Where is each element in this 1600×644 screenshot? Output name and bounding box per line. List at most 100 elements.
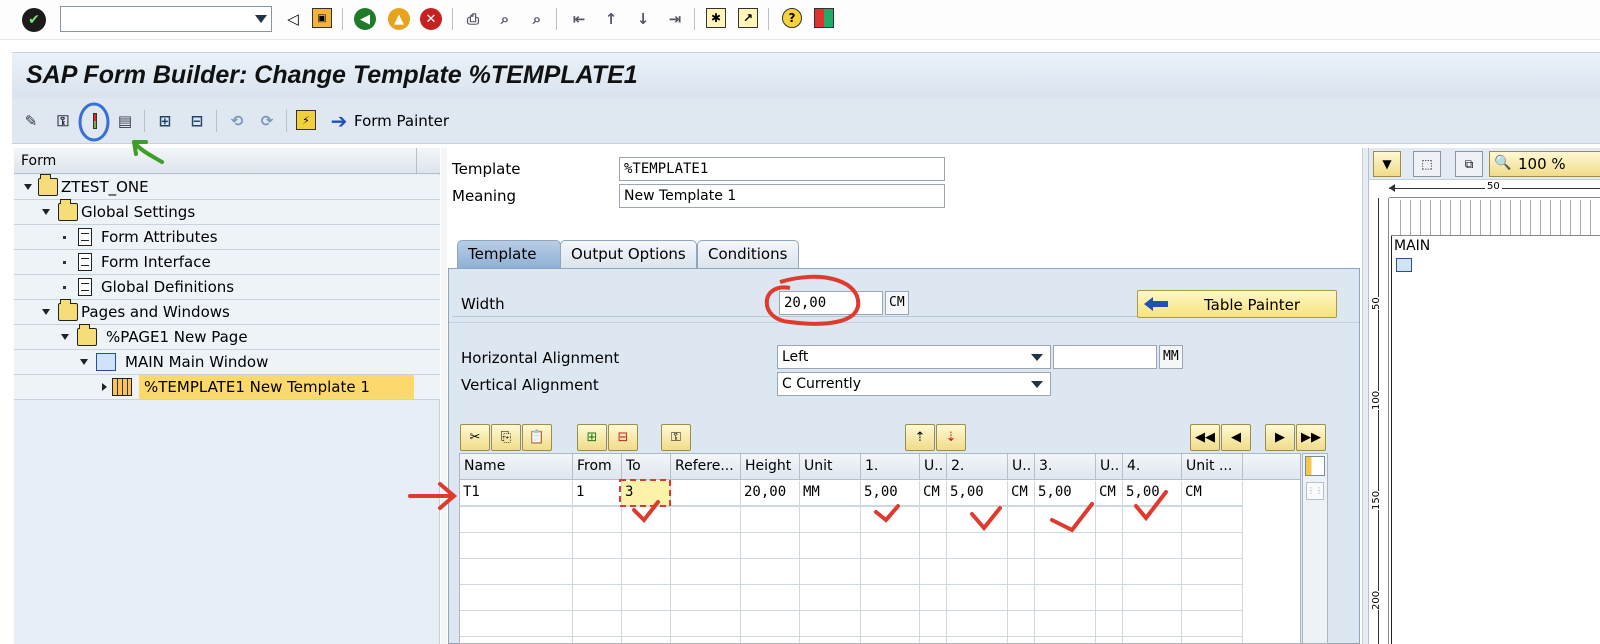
table-cell-unit[interactable]: MM: [800, 481, 861, 506]
last-row-icon[interactable]: ▶▶: [1296, 424, 1326, 451]
next-row-icon[interactable]: ▶: [1265, 424, 1295, 451]
expand-toggle-icon[interactable]: [61, 334, 69, 340]
cancel-icon[interactable]: ✕: [420, 8, 442, 30]
column-header[interactable]: Height: [741, 454, 800, 480]
enter-icon[interactable]: ✔: [22, 8, 46, 32]
previous-page-icon[interactable]: ↑: [600, 8, 622, 30]
column-header[interactable]: Unit: [800, 454, 861, 480]
template-name-field[interactable]: %TEMPLATE1: [619, 157, 945, 181]
column-divider[interactable]: [416, 148, 417, 174]
form-painter-icon[interactable]: ▤: [114, 110, 136, 132]
splitter[interactable]: [441, 148, 447, 644]
display-change-icon[interactable]: ✎: [20, 110, 42, 132]
table-cell-name[interactable]: T1: [460, 481, 573, 506]
undo-icon[interactable]: ⟲: [226, 110, 248, 132]
width-field[interactable]: 20,00: [779, 291, 883, 315]
tree-node-pages-and-windows[interactable]: Pages and Windows: [14, 299, 440, 325]
check-icon[interactable]: ⚿: [52, 110, 74, 132]
insert-row-icon[interactable]: ⊞: [577, 424, 607, 451]
column-header[interactable]: 3.: [1035, 454, 1096, 480]
table-cell-to[interactable]: 3: [622, 481, 671, 506]
table-cell-reference[interactable]: [671, 481, 741, 506]
last-page-icon[interactable]: ⇥: [664, 8, 686, 30]
collapse-subtree-icon[interactable]: ⊟: [186, 110, 208, 132]
back-icon[interactable]: ◀: [354, 8, 376, 30]
find-icon[interactable]: ⌕: [494, 8, 516, 30]
horizontal-offset-field[interactable]: [1053, 345, 1157, 369]
main-window-area[interactable]: MAIN: [1391, 236, 1600, 644]
table-cell-col2[interactable]: 5,00: [947, 481, 1008, 506]
horizontal-offset-unit-field[interactable]: MM: [1159, 345, 1183, 369]
form-painter-button[interactable]: Form Painter: [354, 112, 449, 130]
width-unit-field[interactable]: CM: [885, 291, 909, 315]
tree-node-template1[interactable]: %TEMPLATE1 New Template 1: [14, 375, 440, 400]
expand-toggle-icon[interactable]: [80, 359, 88, 365]
table-cell-col3[interactable]: 5,00: [1035, 481, 1096, 506]
new-session-icon[interactable]: ✱: [706, 8, 726, 28]
column-header[interactable]: 1.: [861, 454, 920, 480]
table-cell-unit1[interactable]: CM: [920, 481, 947, 506]
shortcut-icon[interactable]: ↗: [738, 8, 758, 28]
tree-node-form-attributes[interactable]: Form Attributes: [14, 225, 440, 250]
chevron-down-icon[interactable]: [1031, 381, 1043, 388]
column-header[interactable]: 2.: [947, 454, 1008, 480]
redo-icon[interactable]: ⟳: [256, 110, 278, 132]
layout-menu-icon[interactable]: [814, 8, 834, 28]
tab-conditions[interactable]: Conditions: [697, 240, 799, 268]
meaning-field[interactable]: New Template 1: [619, 184, 945, 208]
delete-row-icon[interactable]: ⊟: [608, 424, 638, 451]
tab-template[interactable]: Template: [457, 240, 561, 268]
pin-icon[interactable]: ▼: [1373, 151, 1401, 177]
arrow-right-icon[interactable]: ➔: [328, 109, 350, 133]
tree-node-form[interactable]: ZTEST_ONE: [14, 174, 440, 200]
expand-subtree-icon[interactable]: ⊞: [154, 110, 176, 132]
table-cell-col1[interactable]: 5,00: [861, 481, 920, 506]
table-cell-col4[interactable]: 5,00: [1123, 481, 1182, 506]
copy-icon[interactable]: ⎘: [491, 424, 521, 451]
table-cell-unit3[interactable]: CM: [1096, 481, 1123, 506]
table-cell-unit2[interactable]: CM: [1008, 481, 1035, 506]
column-header[interactable]: Unit ...: [1182, 454, 1243, 480]
column-header[interactable]: U..: [920, 454, 947, 480]
details-icon[interactable]: ⚿: [661, 424, 691, 451]
tree-node-global-definitions[interactable]: Global Definitions: [14, 275, 440, 300]
tab-output-options[interactable]: Output Options: [560, 240, 697, 268]
column-header[interactable]: Refere...: [671, 454, 741, 480]
expand-toggle-icon[interactable]: [24, 184, 32, 190]
find-next-icon[interactable]: ⌕: [526, 8, 548, 30]
tree-node-global-settings[interactable]: Global Settings: [14, 199, 440, 225]
tree-node-main-window[interactable]: MAIN Main Window: [14, 350, 440, 375]
test-icon[interactable]: ⚡: [296, 110, 316, 130]
chevron-down-icon[interactable]: [255, 15, 267, 23]
copy-window-icon[interactable]: ⧉: [1455, 151, 1483, 177]
table-scrollbar[interactable]: ⋮⋮: [1302, 453, 1328, 644]
horizontal-alignment-select[interactable]: Left: [777, 345, 1051, 369]
back-arrow-icon[interactable]: ◁: [282, 8, 304, 30]
command-field[interactable]: [60, 6, 272, 32]
table-painter-button[interactable]: Table Painter: [1137, 290, 1337, 318]
paste-icon[interactable]: 📋: [522, 424, 552, 451]
column-header[interactable]: U..: [1008, 454, 1035, 480]
field-list-icon[interactable]: [84, 110, 106, 132]
exit-icon[interactable]: ▲: [388, 8, 410, 30]
tree-node-page1[interactable]: %PAGE1 New Page: [14, 324, 440, 350]
zoom-button[interactable]: 🔍 100 %: [1489, 151, 1600, 177]
column-header[interactable]: To: [622, 454, 671, 480]
help-icon[interactable]: ?: [782, 8, 802, 28]
cut-icon[interactable]: ✂: [460, 424, 490, 451]
print-icon[interactable]: ⎙: [462, 8, 484, 30]
tree-node-form-interface[interactable]: Form Interface: [14, 250, 440, 275]
select-area-icon[interactable]: ⬚: [1413, 151, 1441, 177]
previous-row-icon[interactable]: ◀: [1221, 424, 1251, 451]
next-page-icon[interactable]: ↓: [632, 8, 654, 30]
column-header[interactable]: Name: [460, 454, 573, 480]
column-header[interactable]: 4.: [1123, 454, 1182, 480]
chevron-down-icon[interactable]: [1031, 354, 1043, 361]
splitter[interactable]: [1362, 148, 1368, 644]
collapse-toggle-icon[interactable]: [102, 383, 107, 391]
column-settings-icon[interactable]: [1305, 456, 1325, 476]
expand-toggle-icon[interactable]: [42, 209, 50, 215]
move-up-icon[interactable]: ⇡: [905, 424, 935, 451]
first-page-icon[interactable]: ⇤: [568, 8, 590, 30]
move-down-icon[interactable]: ⇣: [936, 424, 966, 451]
